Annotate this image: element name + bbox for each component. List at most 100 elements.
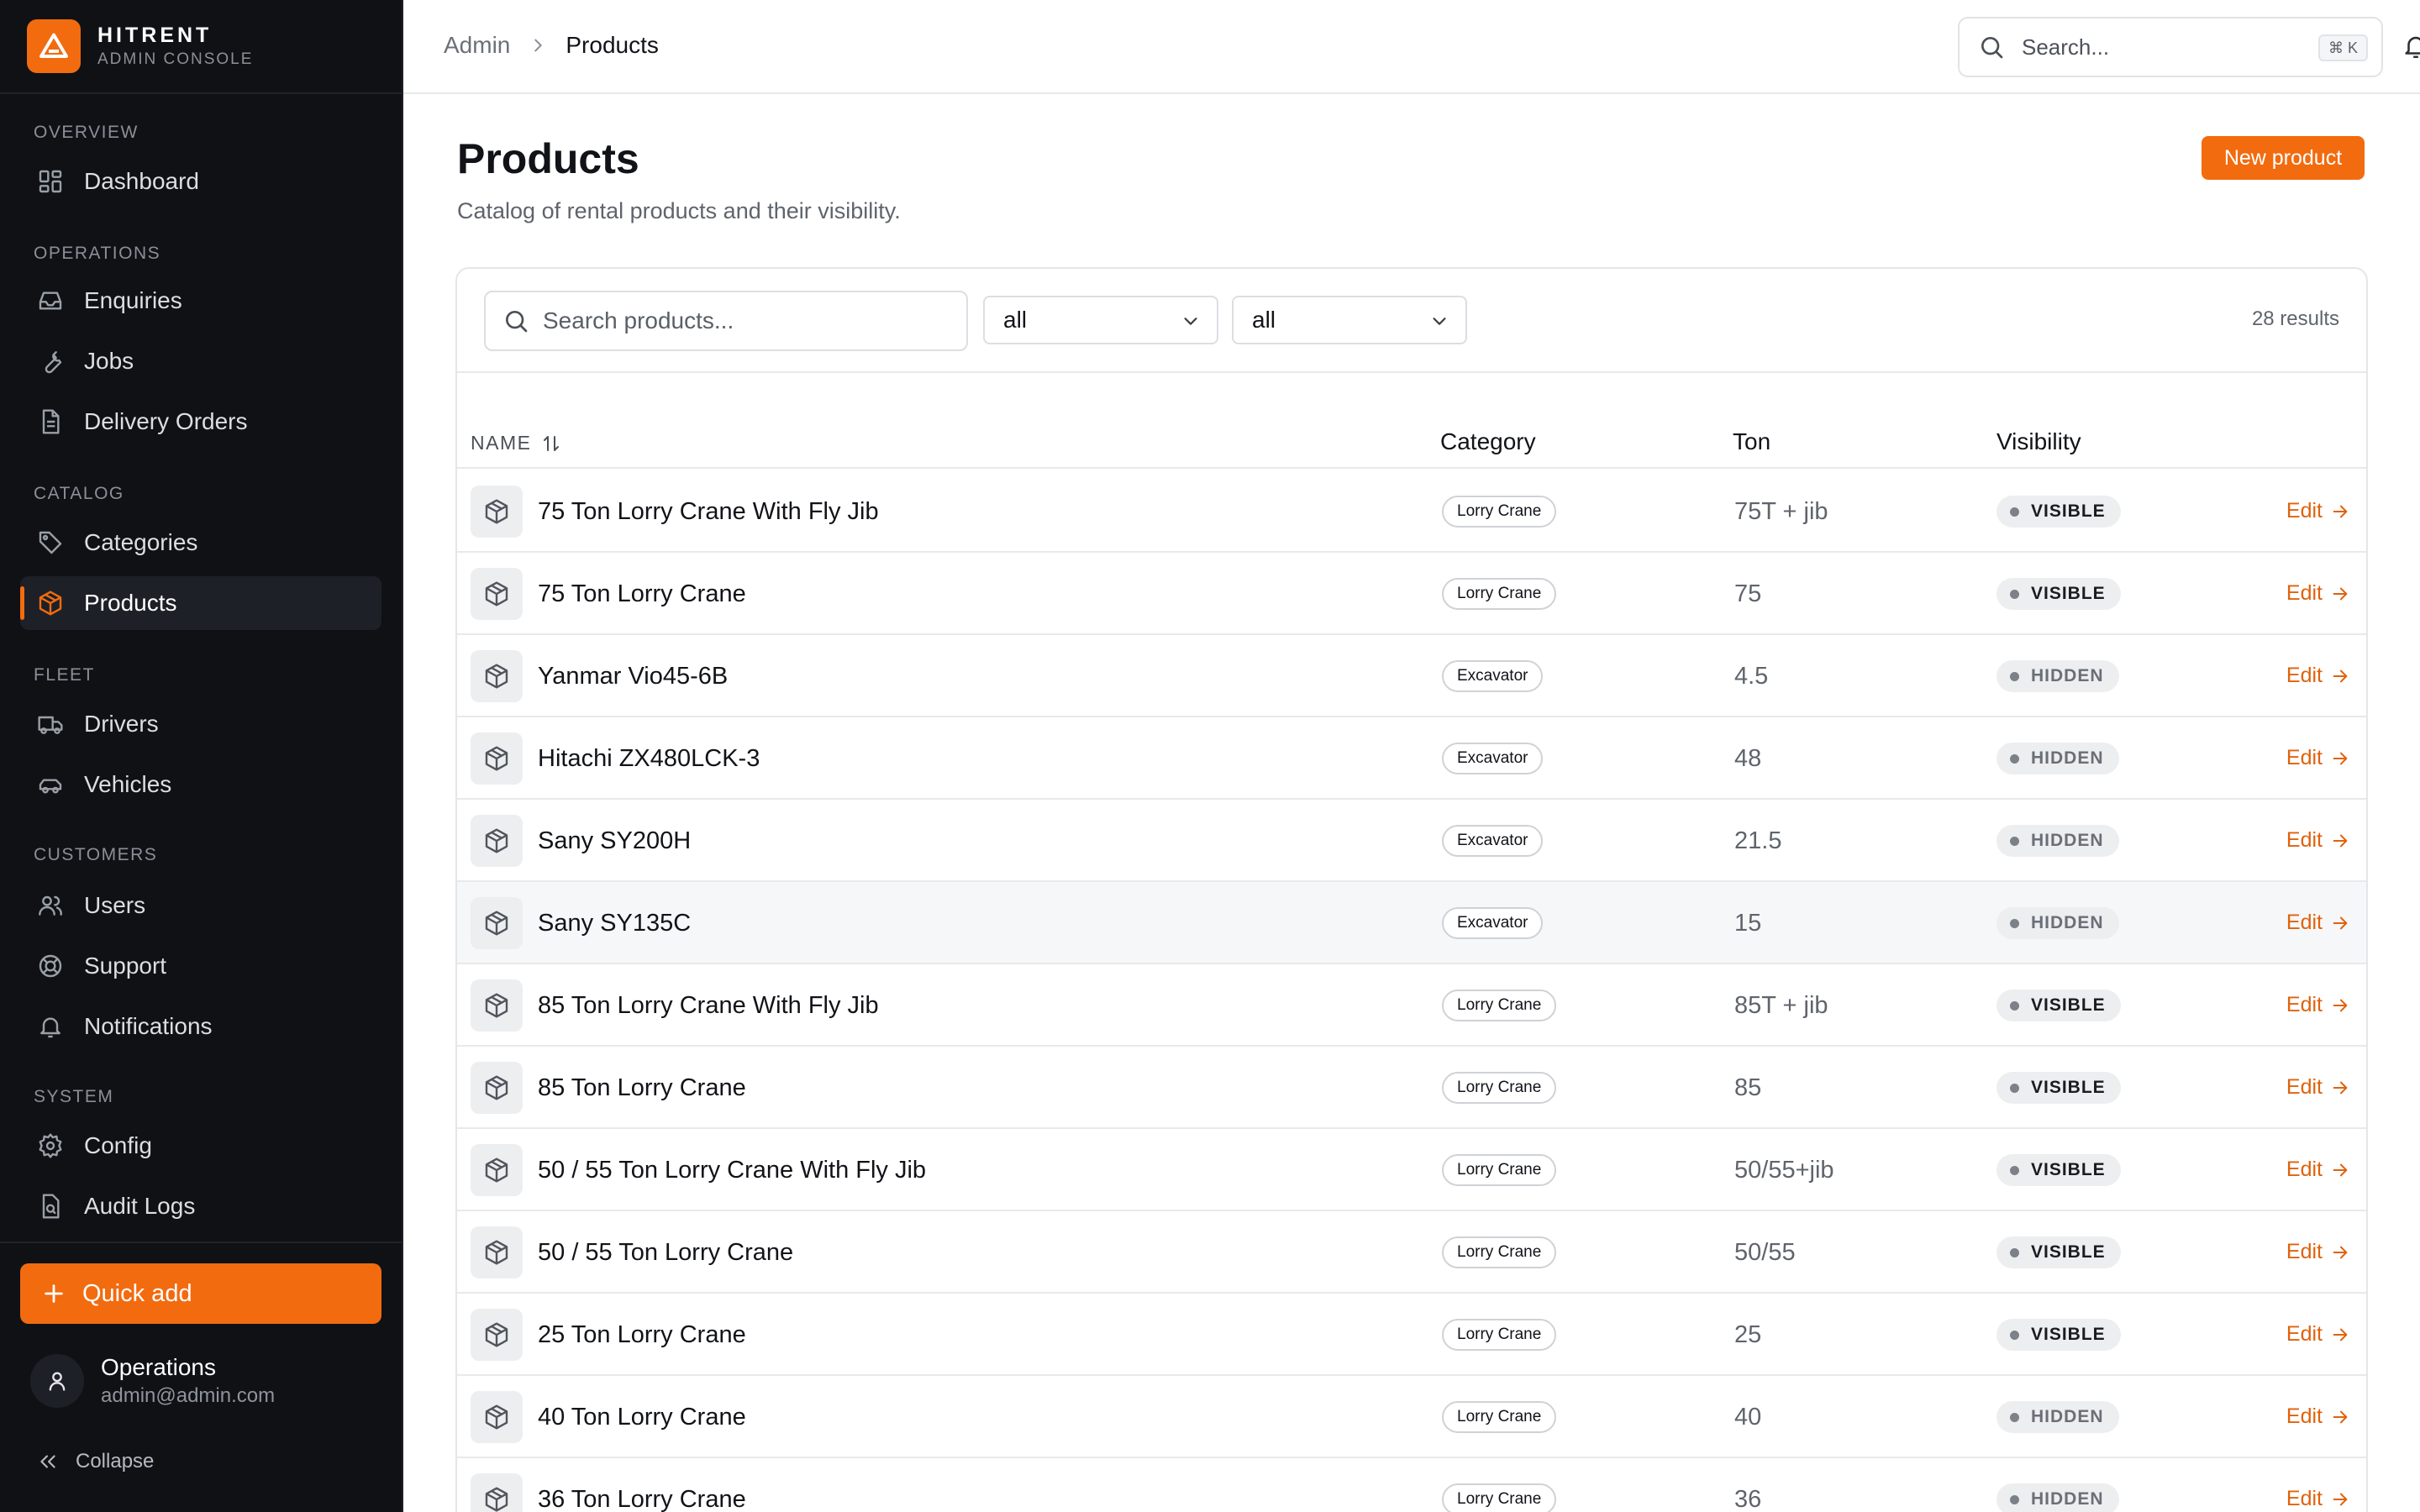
product-name[interactable]: 85 Ton Lorry Crane xyxy=(538,1074,746,1102)
sidebar-item-jobs[interactable]: Jobs xyxy=(20,334,381,388)
audit-icon xyxy=(37,1193,64,1220)
product-name[interactable]: Hitachi ZX480LCK-3 xyxy=(538,745,760,773)
edit-link[interactable]: Edit xyxy=(2286,1240,2349,1264)
table-row[interactable]: 75 Ton Lorry Crane With Fly Jib Lorry Cra… xyxy=(457,470,2366,553)
status-dot xyxy=(2010,507,2019,517)
visibility-badge: HIDDEN xyxy=(1996,1483,2119,1512)
status-dot xyxy=(2010,1330,2019,1340)
product-name[interactable]: Yanmar Vio45-6B xyxy=(538,663,728,690)
product-name[interactable]: 50 / 55 Ton Lorry Crane With Fly Jib xyxy=(538,1157,926,1184)
profile-name: Operations xyxy=(101,1354,216,1380)
notifications-bell-icon[interactable] xyxy=(2402,32,2420,60)
table-row[interactable]: Yanmar Vio45-6B Excavator 4.5 HIDDEN Edit xyxy=(457,635,2366,717)
sidebar-item-categories[interactable]: Categories xyxy=(20,516,381,570)
table-row[interactable]: 36 Ton Lorry Crane Lorry Crane 36 HIDDEN Edi… xyxy=(457,1458,2366,1512)
column-header-name[interactable]: NAME xyxy=(471,432,561,454)
table-row[interactable]: 40 Ton Lorry Crane Lorry Crane 40 HIDDEN Edi… xyxy=(457,1376,2366,1458)
product-name[interactable]: Sany SY135C xyxy=(538,910,691,937)
sidebar-divider xyxy=(0,1242,402,1243)
package-icon xyxy=(471,815,523,867)
document-icon xyxy=(37,408,64,435)
sidebar-item-enquiries[interactable]: Enquiries xyxy=(20,274,381,328)
sidebar-item-label: Audit Logs xyxy=(84,1193,196,1219)
product-name[interactable]: 75 Ton Lorry Crane With Fly Jib xyxy=(538,498,879,526)
table-row[interactable]: 85 Ton Lorry Crane With Fly Jib Lorry Cra… xyxy=(457,964,2366,1047)
sidebar-item-vehicles[interactable]: Vehicles xyxy=(20,758,381,811)
status-dot xyxy=(2010,918,2019,928)
edit-label: Edit xyxy=(2286,1487,2323,1510)
breadcrumb-admin[interactable]: Admin xyxy=(444,32,510,59)
sidebar-item-drivers[interactable]: Drivers xyxy=(20,697,381,751)
table-row[interactable]: 50 / 55 Ton Lorry Crane Lorry Crane 50/55 V… xyxy=(457,1211,2366,1294)
user-profile[interactable]: Operations admin@admin.com xyxy=(30,1354,275,1408)
package-icon xyxy=(471,568,523,620)
edit-label: Edit xyxy=(2286,1322,2323,1346)
table-row[interactable]: Hitachi ZX480LCK-3 Excavator 48 HIDDEN Edit xyxy=(457,717,2366,800)
edit-link[interactable]: Edit xyxy=(2286,1075,2349,1100)
edit-label: Edit xyxy=(2286,1158,2323,1181)
edit-link[interactable]: Edit xyxy=(2286,664,2349,688)
sidebar-item-label: Config xyxy=(84,1132,152,1158)
category-badge: Excavator xyxy=(1442,660,1544,692)
breadcrumb-current: Products xyxy=(566,32,659,58)
edit-label: Edit xyxy=(2286,746,2323,769)
edit-link[interactable]: Edit xyxy=(2286,746,2349,770)
quick-add-button[interactable]: Quick add xyxy=(20,1263,381,1324)
sort-icon xyxy=(541,433,561,454)
edit-link[interactable]: Edit xyxy=(2286,1158,2349,1182)
edit-link[interactable]: Edit xyxy=(2286,499,2349,523)
edit-link[interactable]: Edit xyxy=(2286,1487,2349,1511)
sidebar-item-notifications[interactable]: Notifications xyxy=(20,1000,381,1053)
product-name[interactable]: Sany SY200H xyxy=(538,827,691,855)
collapse-button[interactable]: Collapse xyxy=(37,1450,154,1473)
edit-link[interactable]: Edit xyxy=(2286,828,2349,853)
sidebar-item-label: Vehicles xyxy=(84,771,172,797)
product-name[interactable]: 36 Ton Lorry Crane xyxy=(538,1486,746,1512)
sidebar-item-dashboard[interactable]: Dashboard xyxy=(20,155,381,208)
product-search-input[interactable] xyxy=(543,307,938,334)
table-row[interactable]: Sany SY200H Excavator 21.5 HIDDEN Edit xyxy=(457,800,2366,882)
sidebar-item-products[interactable]: Products xyxy=(20,576,381,630)
product-name[interactable]: 25 Ton Lorry Crane xyxy=(538,1321,746,1349)
product-name[interactable]: 40 Ton Lorry Crane xyxy=(538,1404,746,1431)
sidebar-item-config[interactable]: Config xyxy=(20,1119,381,1173)
package-icon xyxy=(471,897,523,949)
sidebar-item-support[interactable]: Support xyxy=(20,939,381,993)
visibility-badge: VISIBLE xyxy=(1996,496,2121,528)
chevron-down-icon xyxy=(1430,312,1449,330)
table-row[interactable]: 25 Ton Lorry Crane Lorry Crane 25 VISIBLE Ed… xyxy=(457,1294,2366,1376)
edit-link[interactable]: Edit xyxy=(2286,993,2349,1017)
visibility-badge: VISIBLE xyxy=(1996,578,2121,610)
global-search-input[interactable] xyxy=(2022,34,2299,60)
product-name[interactable]: 75 Ton Lorry Crane xyxy=(538,580,746,608)
edit-link[interactable]: Edit xyxy=(2286,911,2349,935)
search-icon xyxy=(502,307,529,334)
breadcrumb: Admin Products xyxy=(444,32,659,59)
sidebar-item-delivery-orders[interactable]: Delivery Orders xyxy=(20,395,381,449)
table-row[interactable]: 75 Ton Lorry Crane Lorry Crane 75 VISIBLE Ed… xyxy=(457,553,2366,635)
sidebar-item-audit-logs[interactable]: Audit Logs xyxy=(20,1179,381,1233)
category-filter-select[interactable]: all xyxy=(983,296,1218,344)
edit-link[interactable]: Edit xyxy=(2286,1322,2349,1347)
sidebar-item-users[interactable]: Users xyxy=(20,879,381,932)
gear-icon xyxy=(37,1132,64,1159)
product-name[interactable]: 85 Ton Lorry Crane With Fly Jib xyxy=(538,992,879,1020)
package-icon xyxy=(471,1309,523,1361)
bell-icon xyxy=(37,1013,64,1040)
brand[interactable]: HITRENT ADMIN CONSOLE xyxy=(0,0,402,94)
results-count: 28 results xyxy=(2251,307,2339,330)
edit-link[interactable]: Edit xyxy=(2286,581,2349,606)
sidebar-item-label: Support xyxy=(84,953,167,979)
new-product-button[interactable]: New product xyxy=(2202,136,2365,180)
table-row[interactable]: 50 / 55 Ton Lorry Crane With Fly Jib Lorr… xyxy=(457,1129,2366,1211)
product-name[interactable]: 50 / 55 Ton Lorry Crane xyxy=(538,1239,793,1267)
visibility-label: HIDDEN xyxy=(2031,748,2104,768)
table-row[interactable]: Sany SY135C Excavator 15 HIDDEN Edit xyxy=(457,882,2366,964)
product-search[interactable] xyxy=(484,291,968,351)
table-row[interactable]: 85 Ton Lorry Crane Lorry Crane 85 VISIBLE Ed… xyxy=(457,1047,2366,1129)
edit-link[interactable]: Edit xyxy=(2286,1404,2349,1429)
visibility-badge: HIDDEN xyxy=(1996,825,2119,857)
visibility-filter-select[interactable]: all xyxy=(1232,296,1467,344)
brand-logo-icon xyxy=(27,19,81,73)
global-search[interactable]: ⌘ K xyxy=(1958,17,2383,77)
